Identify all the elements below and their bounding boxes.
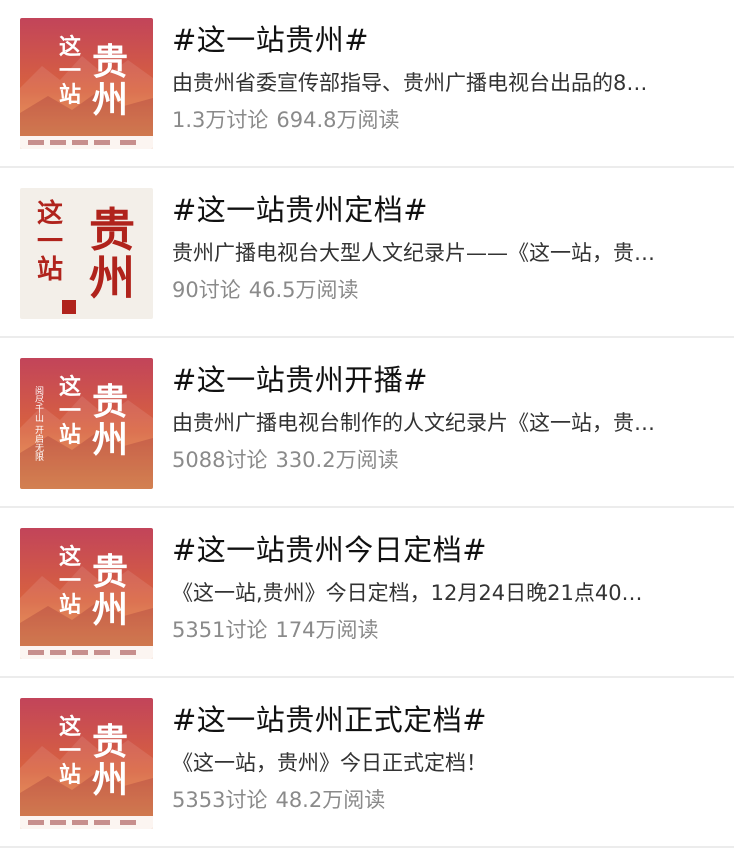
discussion-count: 5351讨论 (172, 618, 268, 642)
topic-title[interactable]: #这一站贵州# (172, 20, 710, 60)
topic-text: #这一站贵州开播# 由贵州广播电视台制作的人文纪录片《这一站，贵… 5088讨论… (172, 360, 710, 475)
svg-text:站: 站 (59, 592, 81, 618)
svg-text:州: 州 (92, 79, 128, 121)
topic-description: 贵州广播电视台大型人文纪录片——《这一站，贵… (172, 241, 655, 265)
topic-thumbnail[interactable]: 这一站贵州 (20, 698, 153, 829)
discussion-count: 5088讨论 (172, 448, 268, 472)
topic-text: #这一站贵州# 由贵州省委宣传部指导、贵州广播电视台出品的8… 1.3万讨论 69… (172, 20, 710, 135)
topic-thumbnail[interactable]: 这一站贵州 (20, 18, 153, 149)
svg-text:贵: 贵 (92, 551, 128, 593)
read-count: 46.5万阅读 (248, 278, 359, 302)
read-count: 48.2万阅读 (275, 788, 386, 812)
topic-stats: 5351讨论 174万阅读 (172, 615, 710, 645)
poster-image: 这一站贵州 (20, 698, 153, 829)
discussion-count: 1.3万讨论 (172, 108, 269, 132)
svg-text:州: 州 (89, 251, 135, 305)
topic-row[interactable]: 这一站贵州 #这一站贵州正式定档# 《这一站，贵州》今日正式定档！ 5353讨论… (0, 680, 734, 848)
read-count: 174万阅读 (275, 618, 379, 642)
svg-text:一: 一 (59, 738, 81, 764)
topic-title[interactable]: #这一站贵州开播# (172, 360, 710, 400)
discussion-count: 90讨论 (172, 278, 241, 302)
read-count: 330.2万阅读 (275, 448, 399, 472)
svg-text:这: 这 (37, 198, 63, 229)
svg-text:这: 这 (59, 34, 81, 60)
svg-text:站: 站 (37, 255, 63, 285)
svg-text:站: 站 (59, 422, 81, 448)
svg-text:州: 州 (92, 419, 128, 461)
topic-text: #这一站贵州定档# 贵州广播电视台大型人文纪录片——《这一站，贵… 90讨论 46… (172, 190, 710, 305)
svg-text:贵: 贵 (92, 381, 128, 423)
topic-stats: 90讨论 46.5万阅读 (172, 275, 710, 305)
svg-text:阅尽千山 开启无限: 阅尽千山 开启无限 (33, 386, 44, 462)
poster-image: 这一站贵州 (20, 528, 153, 659)
topic-text: #这一站贵州今日定档# 《这一站,贵州》今日定档，12月24日晚21点40… 5… (172, 530, 710, 645)
topic-text: #这一站贵州正式定档# 《这一站，贵州》今日正式定档！ 5353讨论 48.2万阅… (172, 700, 710, 815)
topic-title[interactable]: #这一站贵州正式定档# (172, 700, 710, 740)
svg-text:贵: 贵 (92, 721, 128, 763)
svg-text:贵: 贵 (92, 41, 128, 83)
read-count: 694.8万阅读 (276, 108, 400, 132)
topic-stats: 1.3万讨论 694.8万阅读 (172, 105, 710, 135)
svg-text:一: 一 (37, 227, 63, 257)
topic-row[interactable]: 这一站贵州 #这一站贵州# 由贵州省委宣传部指导、贵州广播电视台出品的8… 1.… (0, 0, 734, 168)
discussion-count: 5353讨论 (172, 788, 268, 812)
topic-list: 这一站贵州 #这一站贵州# 由贵州省委宣传部指导、贵州广播电视台出品的8… 1.… (0, 0, 734, 852)
topic-row[interactable]: 这一站贵州 #这一站贵州定档# 贵州广播电视台大型人文纪录片——《这一站，贵… … (0, 170, 734, 338)
svg-text:这: 这 (59, 544, 81, 570)
svg-text:一: 一 (59, 568, 81, 594)
svg-text:站: 站 (59, 82, 81, 108)
topic-stats: 5088讨论 330.2万阅读 (172, 445, 710, 475)
topic-title[interactable]: #这一站贵州今日定档# (172, 530, 710, 570)
topic-description: 《这一站,贵州》今日定档，12月24日晚21点40… (172, 581, 643, 605)
topic-row[interactable]: 这一站贵州 阅尽千山 开启无限 #这一站贵州开播# 由贵州广播电视台制作的人文纪录… (0, 340, 734, 508)
poster-image: 这一站贵州 (20, 18, 153, 149)
svg-text:这: 这 (59, 714, 81, 740)
svg-text:一: 一 (59, 398, 81, 424)
topic-description: 由贵州广播电视台制作的人文纪录片《这一站，贵… (172, 411, 655, 435)
svg-text:州: 州 (92, 589, 128, 631)
poster-image: 这一站贵州 阅尽千山 开启无限 (20, 358, 153, 489)
svg-text:站: 站 (59, 762, 81, 788)
topic-thumbnail[interactable]: 这一站贵州 阅尽千山 开启无限 (20, 358, 153, 489)
svg-text:这: 这 (59, 374, 81, 400)
topic-thumbnail[interactable]: 这一站贵州 (20, 188, 153, 319)
poster-image: 这一站贵州 (20, 188, 153, 319)
topic-title[interactable]: #这一站贵州定档# (172, 190, 710, 230)
topic-row[interactable]: 这一站贵州 #这一站贵州今日定档# 《这一站,贵州》今日定档，12月24日晚21… (0, 510, 734, 678)
topic-stats: 5353讨论 48.2万阅读 (172, 785, 710, 815)
topic-description: 《这一站，贵州》今日正式定档！ (172, 751, 487, 775)
svg-text:贵: 贵 (89, 203, 135, 257)
svg-text:州: 州 (92, 759, 128, 801)
svg-text:一: 一 (59, 58, 81, 84)
topic-description: 由贵州省委宣传部指导、贵州广播电视台出品的8… (172, 71, 648, 95)
topic-thumbnail[interactable]: 这一站贵州 (20, 528, 153, 659)
